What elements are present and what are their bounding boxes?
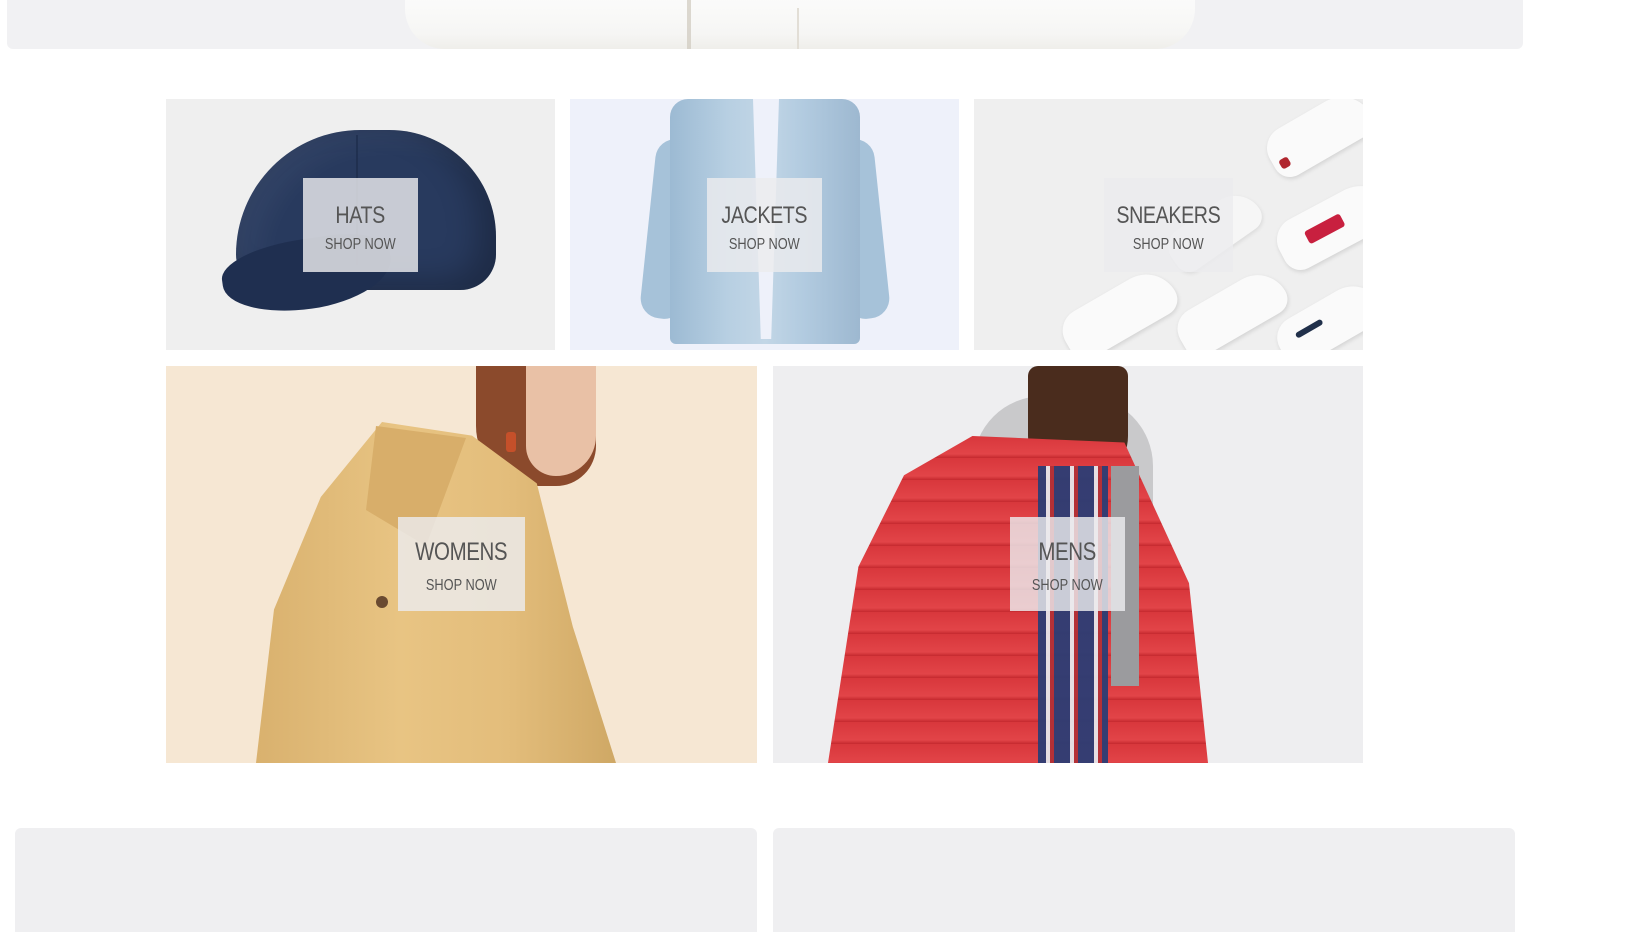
hero-banner xyxy=(7,0,1523,49)
sneaker-image xyxy=(1169,263,1294,350)
hero-shirt-fold xyxy=(797,8,799,49)
category-title: HATS xyxy=(335,202,386,229)
plaid-shirt xyxy=(1038,466,1108,763)
category-label-box[interactable]: WOMENS SHOP NOW xyxy=(398,517,525,611)
category-tile-mens[interactable]: MENS SHOP NOW xyxy=(773,366,1363,763)
category-label-box[interactable]: JACKETS SHOP NOW xyxy=(707,178,822,272)
category-tile-sneakers[interactable]: SNEAKERS SHOP NOW xyxy=(974,99,1363,350)
category-title: SNEAKERS xyxy=(1116,202,1221,229)
bottom-panel-right xyxy=(773,828,1515,932)
sneaker-image xyxy=(1268,173,1363,277)
category-label-box[interactable]: MENS SHOP NOW xyxy=(1010,517,1125,611)
hero-shirt-fold xyxy=(687,0,691,49)
coat-button xyxy=(376,596,388,608)
sneaker-image xyxy=(1269,274,1363,350)
hero-image-white-shirt xyxy=(405,0,1195,49)
category-tile-womens[interactable]: WOMENS SHOP NOW xyxy=(166,366,757,763)
category-title: MENS xyxy=(1038,537,1097,566)
model-face xyxy=(526,366,596,476)
shop-now-link[interactable]: SHOP NOW xyxy=(1032,577,1103,595)
shop-now-link[interactable]: SHOP NOW xyxy=(729,236,800,254)
model-earring xyxy=(506,432,516,452)
shop-now-link[interactable]: SHOP NOW xyxy=(426,577,497,595)
category-title: JACKETS xyxy=(721,202,808,229)
sneaker-image xyxy=(1054,262,1184,350)
category-tile-jackets[interactable]: JACKETS SHOP NOW xyxy=(570,99,959,350)
category-tile-hats[interactable]: HATS SHOP NOW xyxy=(166,99,555,350)
category-label-box[interactable]: HATS SHOP NOW xyxy=(303,178,418,272)
bottom-panel-left xyxy=(15,828,757,932)
shop-now-link[interactable]: SHOP NOW xyxy=(325,236,396,254)
shop-now-link[interactable]: SHOP NOW xyxy=(1133,236,1204,254)
category-label-box[interactable]: SNEAKERS SHOP NOW xyxy=(1104,178,1233,272)
sneaker-image xyxy=(1258,99,1363,184)
category-title: WOMENS xyxy=(415,537,508,566)
